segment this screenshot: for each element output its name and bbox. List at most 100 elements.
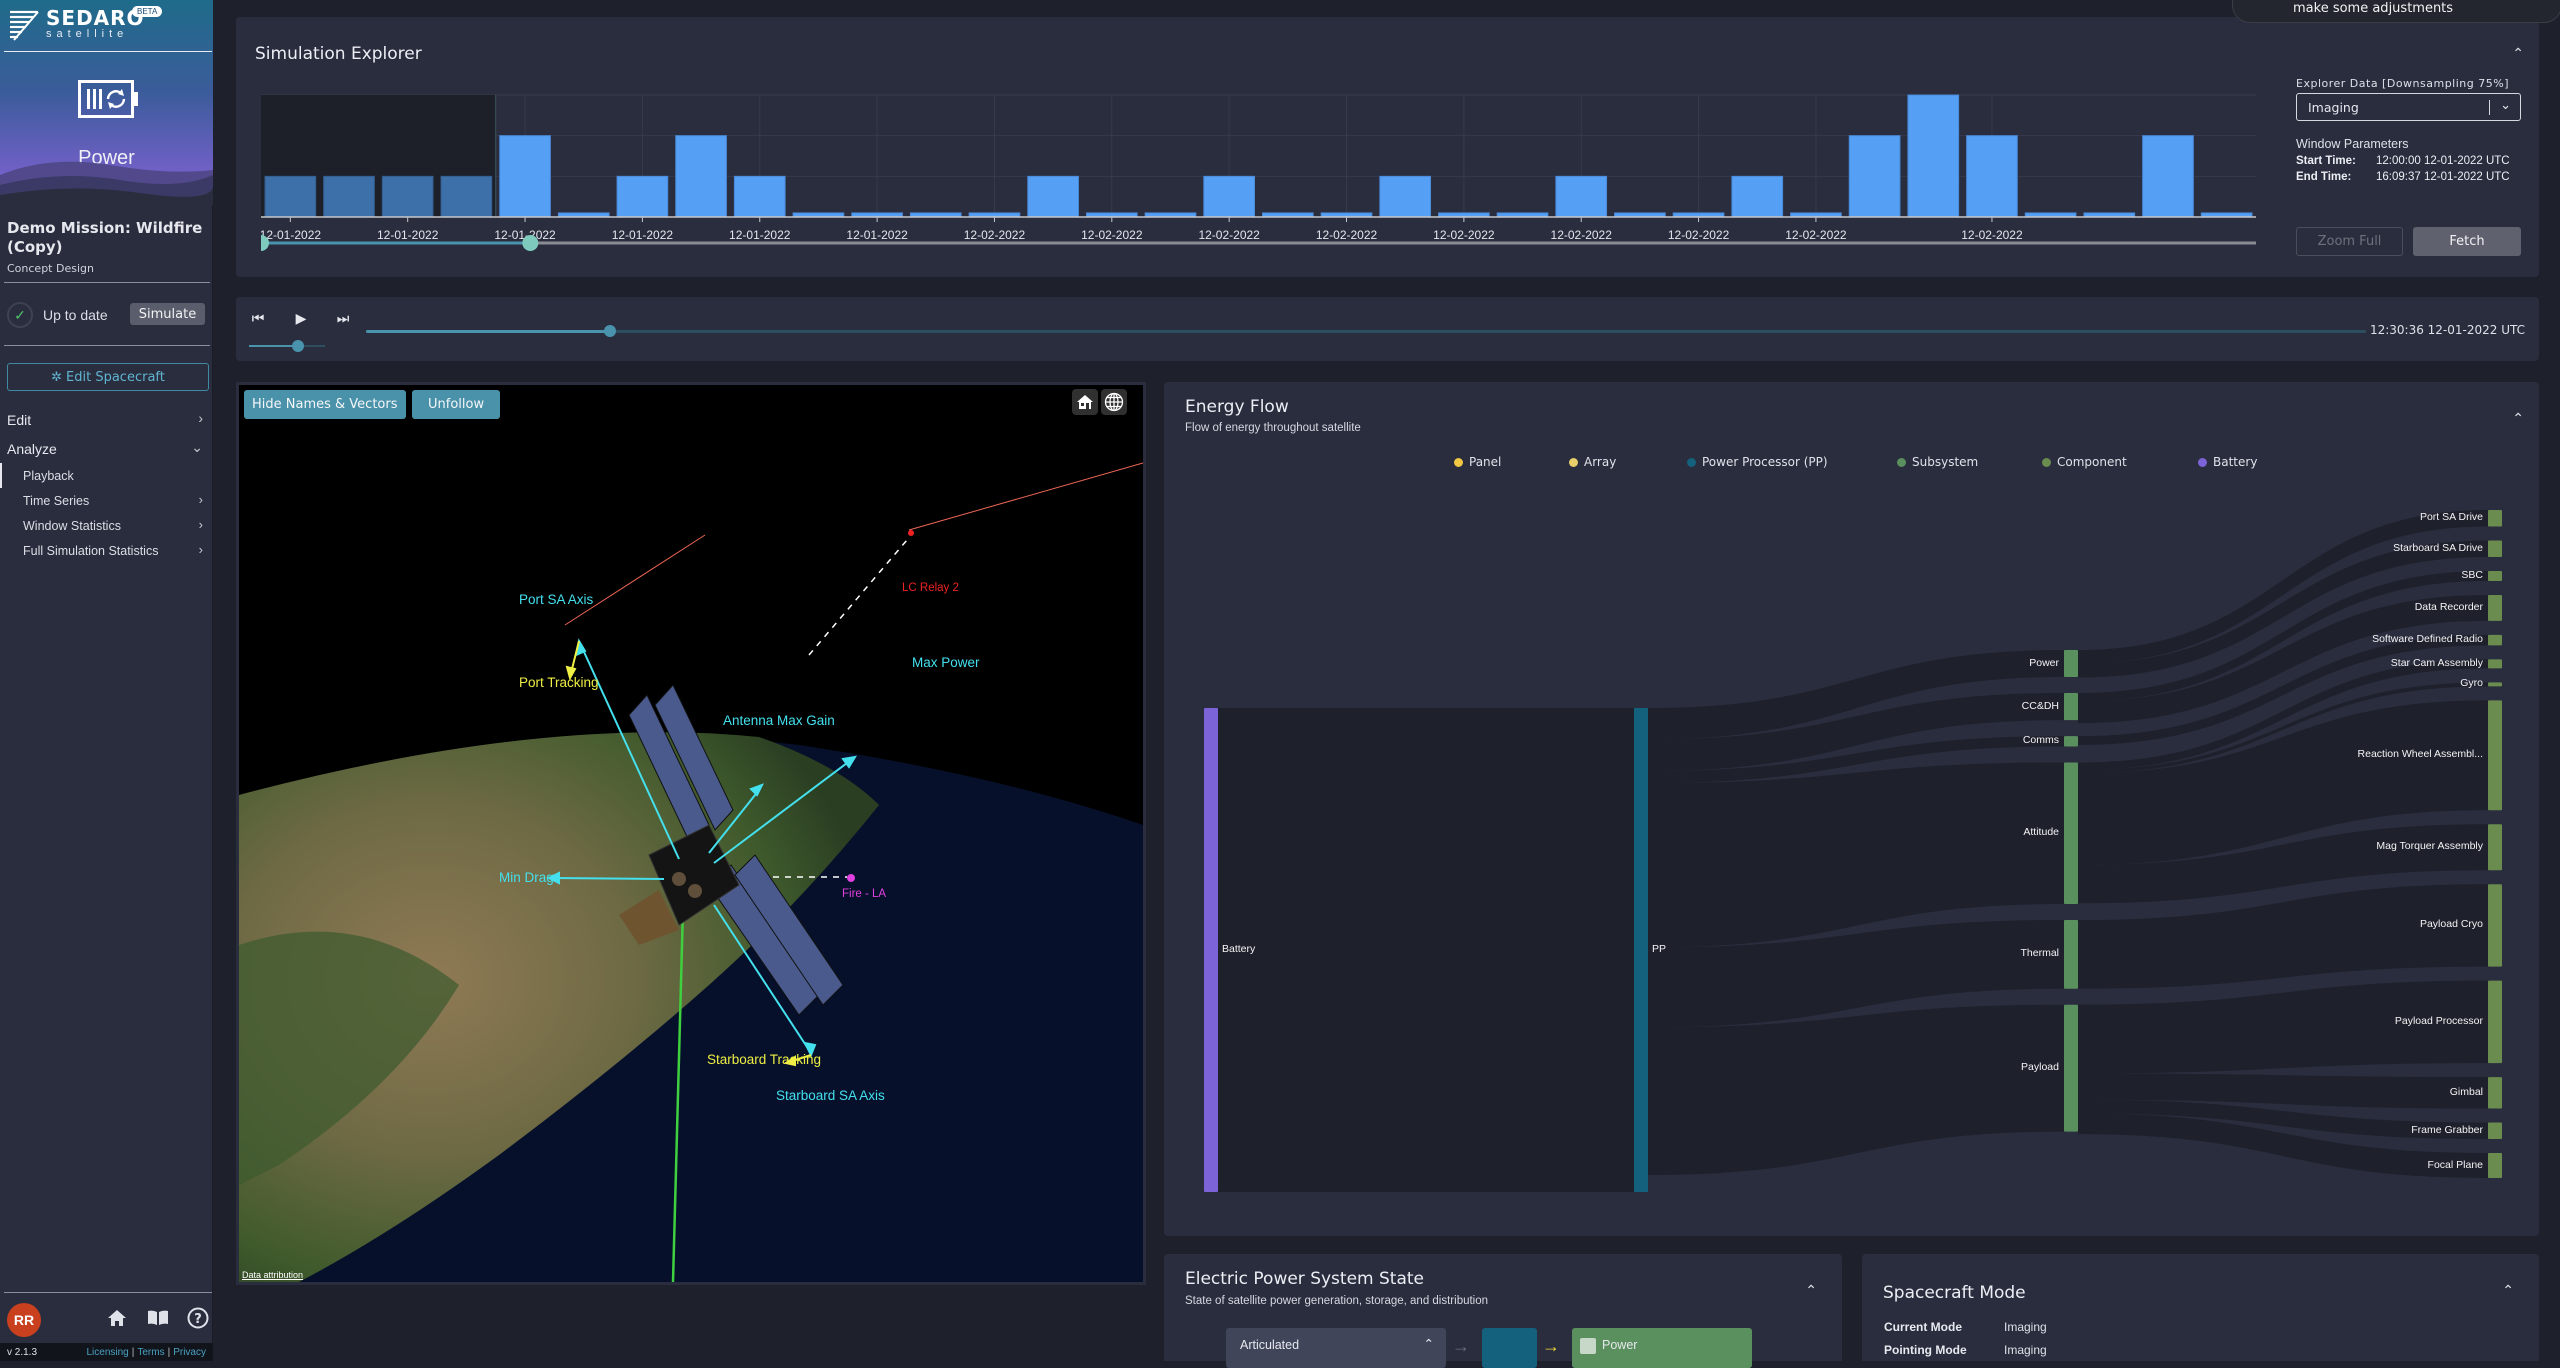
flow-link[interactable] <box>1648 762 2064 948</box>
bar[interactable] <box>499 135 551 218</box>
component-node[interactable] <box>2488 1122 2502 1140</box>
sedaro-logo[interactable]: SEDARO satellite <box>8 8 145 42</box>
component-node[interactable] <box>2488 1153 2502 1179</box>
speed-slider-thumb[interactable] <box>292 340 305 352</box>
globe-icon[interactable] <box>1101 389 1127 415</box>
bar[interactable] <box>1555 175 1608 218</box>
battery-node[interactable] <box>1204 708 1218 1192</box>
component-node[interactable] <box>2488 700 2502 811</box>
timeline-thumb[interactable] <box>604 325 616 337</box>
array-label: Articulated <box>1240 1338 1300 1352</box>
bar[interactable] <box>1848 135 1901 218</box>
legend-label: Subsystem <box>1912 455 1979 469</box>
data-attribution-link[interactable]: Data attribution <box>242 1270 303 1280</box>
power-processor-node[interactable] <box>1482 1328 1537 1368</box>
flow-link[interactable] <box>1648 1004 2064 1176</box>
help-icon[interactable]: ? <box>185 1305 211 1331</box>
zoom-full-button[interactable]: Zoom Full <box>2296 227 2403 256</box>
simulate-button[interactable]: Simulate <box>130 303 205 325</box>
home-view-icon[interactable] <box>1072 389 1098 415</box>
component-node[interactable] <box>2488 540 2502 557</box>
component-node[interactable] <box>2488 682 2502 687</box>
legend-item[interactable]: Panel <box>1454 455 1501 469</box>
explorer-bar-chart[interactable]: 12-01-2022 12-01-2022 12-01-2022 12-01-2022… <box>261 77 2261 282</box>
bar[interactable] <box>733 175 786 218</box>
bar[interactable] <box>1027 175 1079 218</box>
pp-node[interactable] <box>1634 708 1648 1192</box>
legend-item[interactable]: Power Processor (PP) <box>1687 455 1828 469</box>
skip-back-icon[interactable]: ⏮ <box>250 310 266 326</box>
bar[interactable] <box>381 175 434 218</box>
sidebar-item-time-series[interactable]: Time Series › <box>0 488 213 513</box>
solar-array-node[interactable]: Articulated ⌃ <box>1226 1328 1446 1368</box>
bar[interactable] <box>264 175 317 218</box>
privacy-link[interactable]: Privacy <box>173 1347 206 1358</box>
flow-link[interactable] <box>2078 980 2488 1074</box>
unfollow-button[interactable]: Unfollow <box>412 390 501 419</box>
component-node[interactable] <box>2488 594 2502 621</box>
component-node[interactable] <box>2488 634 2502 646</box>
terms-link[interactable]: Terms <box>137 1347 164 1358</box>
home-icon[interactable] <box>104 1305 130 1331</box>
component-node[interactable] <box>2488 1077 2502 1109</box>
bar[interactable] <box>440 175 493 218</box>
bar[interactable] <box>1379 175 1432 218</box>
explorer-data-select[interactable]: Imaging ⌄ <box>2296 93 2521 121</box>
sidebar-item-window-statistics[interactable]: Window Statistics › <box>0 513 213 538</box>
bar[interactable] <box>616 175 669 218</box>
subsystem-node[interactable] <box>2064 920 2078 989</box>
component-node[interactable] <box>2488 824 2502 871</box>
legend-item[interactable]: Subsystem <box>1897 455 1978 469</box>
component-node[interactable] <box>2488 570 2502 581</box>
skip-forward-icon[interactable]: ⏭ <box>335 310 351 326</box>
component-node[interactable] <box>2488 980 2502 1064</box>
3d-viewer[interactable]: Hide Names & Vectors Unfollow Port SA Ax… <box>236 382 1146 1285</box>
sidebar-item-label: Analyze <box>7 440 57 457</box>
bar[interactable] <box>1966 135 2018 218</box>
subsystem-node[interactable] <box>2064 1004 2078 1132</box>
component-node[interactable] <box>2488 659 2502 669</box>
bar[interactable] <box>2142 135 2194 218</box>
subsystem-node[interactable] <box>2064 736 2078 747</box>
vector-label: Antenna Max Gain <box>723 713 835 728</box>
bar[interactable] <box>1907 94 1960 218</box>
speed-slider[interactable] <box>249 340 325 352</box>
sidebar-item-full-simulation-statistics[interactable]: Full Simulation Statistics › <box>0 538 213 563</box>
range-end-handle[interactable] <box>522 235 539 251</box>
avatar[interactable]: RR <box>7 1303 41 1337</box>
subsystem-node[interactable] <box>2064 693 2078 721</box>
bar[interactable] <box>675 135 727 218</box>
bar[interactable] <box>1731 175 1784 218</box>
power-subsystem-node[interactable]: Power <box>1572 1328 1752 1368</box>
sidebar-item-playback[interactable]: Playback <box>0 463 213 488</box>
chevron-up-icon: ⌃ <box>1423 1337 1434 1351</box>
legend-dot <box>1454 457 1463 467</box>
edit-spacecraft-button[interactable]: ✲ Edit Spacecraft <box>7 363 209 391</box>
subsystem-node[interactable] <box>2064 762 2078 905</box>
flow-link[interactable] <box>1218 708 1634 1192</box>
subsystem-node[interactable] <box>2064 650 2078 678</box>
divider <box>4 282 210 283</box>
legend-item[interactable]: Array <box>1569 455 1616 469</box>
component-node[interactable] <box>2488 510 2502 527</box>
vector-label: Port Tracking <box>519 675 599 690</box>
fetch-button[interactable]: Fetch <box>2413 227 2521 256</box>
chevron-right-icon: › <box>198 492 203 507</box>
play-icon[interactable]: ▶ <box>293 310 309 326</box>
sidebar-item-analyze[interactable]: Analyze ⌄ <box>0 434 213 463</box>
bar[interactable] <box>323 175 375 218</box>
node-label: Focal Plane <box>2427 1158 2483 1171</box>
chevron-up-icon[interactable]: ⌃ <box>1805 1282 1817 1299</box>
timeline-slider[interactable] <box>366 325 2366 337</box>
chevron-up-icon[interactable]: ⌃ <box>2502 1282 2514 1299</box>
legend-item[interactable]: Battery <box>2198 455 2257 469</box>
sidebar-item-edit[interactable]: Edit › <box>0 405 213 434</box>
chevron-up-icon[interactable]: ⌃ <box>2512 410 2524 427</box>
legend-item[interactable]: Component <box>2042 455 2127 469</box>
licensing-link[interactable]: Licensing <box>86 1347 128 1358</box>
chevron-up-icon[interactable]: ⌃ <box>2512 45 2524 62</box>
hide-names-vectors-button[interactable]: Hide Names & Vectors <box>244 390 406 419</box>
component-node[interactable] <box>2488 884 2502 967</box>
bar[interactable] <box>1203 175 1256 218</box>
book-icon[interactable] <box>145 1305 171 1331</box>
